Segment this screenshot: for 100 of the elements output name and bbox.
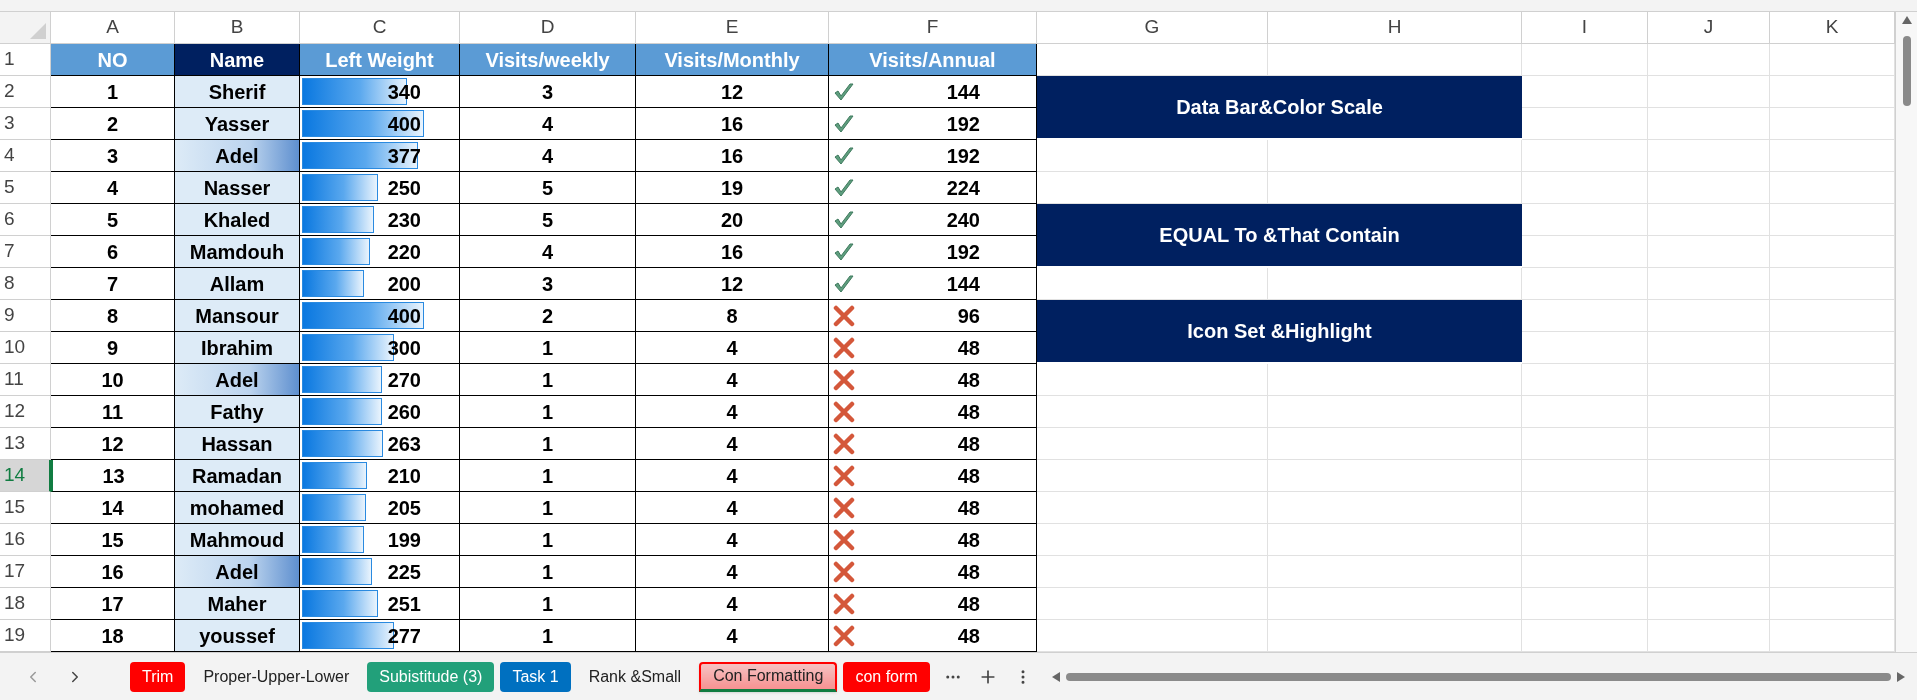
table-cell: Khaled	[175, 204, 300, 236]
column-header[interactable]: G	[1037, 12, 1268, 44]
row-header[interactable]: 3	[0, 108, 51, 140]
empty-cell[interactable]	[1522, 556, 1648, 588]
table-cell: 4	[460, 108, 636, 140]
row-header[interactable]: 14	[0, 460, 51, 492]
row-header[interactable]: 1	[0, 44, 51, 76]
empty-cell[interactable]	[1037, 524, 1268, 556]
empty-cell[interactable]	[1648, 268, 1770, 300]
empty-cell[interactable]	[1037, 492, 1268, 524]
sheet-tab[interactable]: Proper-Upper-Lower	[191, 661, 362, 692]
empty-cell[interactable]	[1648, 108, 1770, 140]
empty-cell[interactable]	[1037, 588, 1268, 620]
empty-cell[interactable]	[1522, 428, 1648, 460]
row-header[interactable]: 19	[0, 620, 51, 652]
empty-cell[interactable]	[1648, 396, 1770, 428]
empty-cell[interactable]	[1268, 588, 1522, 620]
empty-cell[interactable]	[1522, 524, 1648, 556]
empty-cell[interactable]	[1522, 268, 1648, 300]
empty-cell[interactable]	[1648, 492, 1770, 524]
empty-cell[interactable]	[1648, 428, 1770, 460]
row-header[interactable]: 2	[0, 76, 51, 108]
scrollbar-thumb[interactable]	[1065, 672, 1891, 681]
sheet-tab[interactable]: Rank &Small	[576, 661, 694, 692]
empty-cell[interactable]	[1648, 172, 1770, 204]
empty-cell[interactable]	[1522, 44, 1648, 76]
table-cell: Hassan	[175, 428, 300, 460]
empty-cell[interactable]	[1268, 428, 1522, 460]
row-header[interactable]: 5	[0, 172, 51, 204]
empty-cell[interactable]	[1648, 140, 1770, 172]
row-header[interactable]: 4	[0, 140, 51, 172]
empty-cell[interactable]	[1268, 524, 1522, 556]
column-header[interactable]: A	[51, 12, 175, 44]
empty-cell[interactable]	[1648, 236, 1770, 268]
empty-cell[interactable]	[1648, 460, 1770, 492]
empty-cell[interactable]	[1037, 396, 1268, 428]
macro-button[interactable]: Data Bar&Color Scale	[1037, 76, 1522, 138]
row-header[interactable]: 18	[0, 588, 51, 620]
empty-cell[interactable]	[1037, 556, 1268, 588]
empty-cell[interactable]	[1268, 556, 1522, 588]
empty-cell[interactable]	[1648, 364, 1770, 396]
cell-value: 225	[387, 559, 421, 585]
row-header[interactable]: 12	[0, 396, 51, 428]
empty-cell[interactable]	[1522, 588, 1648, 620]
empty-cell[interactable]	[1522, 172, 1648, 204]
empty-cell[interactable]	[1268, 396, 1522, 428]
row-header[interactable]: 15	[0, 492, 51, 524]
row-header[interactable]: 13	[0, 428, 51, 460]
empty-cell[interactable]	[1522, 492, 1648, 524]
horizontal-scrollbar[interactable]	[1051, 671, 1905, 682]
row-header[interactable]: 9	[0, 300, 51, 332]
macro-button[interactable]: Icon Set &Highlight	[1037, 300, 1522, 362]
column-header[interactable]: E	[636, 12, 829, 44]
empty-cell[interactable]	[1648, 44, 1770, 76]
row-header[interactable]: 11	[0, 364, 51, 396]
empty-cell[interactable]	[1037, 140, 1268, 172]
empty-cell[interactable]	[1522, 396, 1648, 428]
column-header[interactable]: I	[1522, 12, 1648, 44]
empty-cell[interactable]	[1037, 428, 1268, 460]
empty-cell[interactable]	[1648, 556, 1770, 588]
sheet-tab[interactable]: Task 1	[500, 661, 571, 692]
macro-button[interactable]: EQUAL To &That Contain	[1037, 204, 1522, 266]
table-cell: 2	[460, 300, 636, 332]
column-header[interactable]: B	[175, 12, 300, 44]
empty-cell[interactable]	[1037, 460, 1268, 492]
empty-cell[interactable]	[1037, 364, 1268, 396]
empty-cell[interactable]	[1648, 76, 1770, 108]
empty-cell[interactable]	[1268, 364, 1522, 396]
column-header[interactable]: C	[300, 12, 460, 44]
empty-cell[interactable]	[1268, 492, 1522, 524]
row-header[interactable]: 8	[0, 268, 51, 300]
sheet-tab[interactable]: Trim	[130, 661, 186, 692]
column-header[interactable]: F	[829, 12, 1037, 44]
empty-cell[interactable]	[1522, 364, 1648, 396]
empty-cell[interactable]	[1648, 332, 1770, 364]
empty-cell[interactable]	[1522, 140, 1648, 172]
empty-cell[interactable]	[1268, 460, 1522, 492]
empty-cell[interactable]	[1648, 204, 1770, 236]
empty-cell[interactable]	[1648, 588, 1770, 620]
scrollbar-thumb[interactable]	[1902, 36, 1911, 106]
select-all-icon[interactable]	[30, 23, 46, 39]
empty-cell[interactable]	[1522, 460, 1648, 492]
cell-value: 48	[957, 431, 980, 457]
row-header[interactable]: 16	[0, 524, 51, 556]
column-header[interactable]: K	[1770, 12, 1895, 44]
scroll-right-icon[interactable]	[1897, 671, 1905, 682]
column-header[interactable]: D	[460, 12, 636, 44]
sheet-tab[interactable]: Con Formatting	[699, 661, 838, 692]
empty-cell[interactable]	[1648, 300, 1770, 332]
sheet-tab[interactable]: con form	[843, 661, 930, 692]
column-header[interactable]: J	[1648, 12, 1770, 44]
row-header[interactable]: 7	[0, 236, 51, 268]
scroll-up-icon[interactable]	[1901, 16, 1912, 24]
row-header[interactable]: 10	[0, 332, 51, 364]
scroll-left-icon[interactable]	[1051, 671, 1060, 682]
row-header[interactable]: 17	[0, 556, 51, 588]
empty-cell[interactable]	[1648, 524, 1770, 556]
row-header[interactable]: 6	[0, 204, 51, 236]
column-header[interactable]: H	[1268, 12, 1522, 44]
empty-cell[interactable]	[1268, 140, 1522, 172]
